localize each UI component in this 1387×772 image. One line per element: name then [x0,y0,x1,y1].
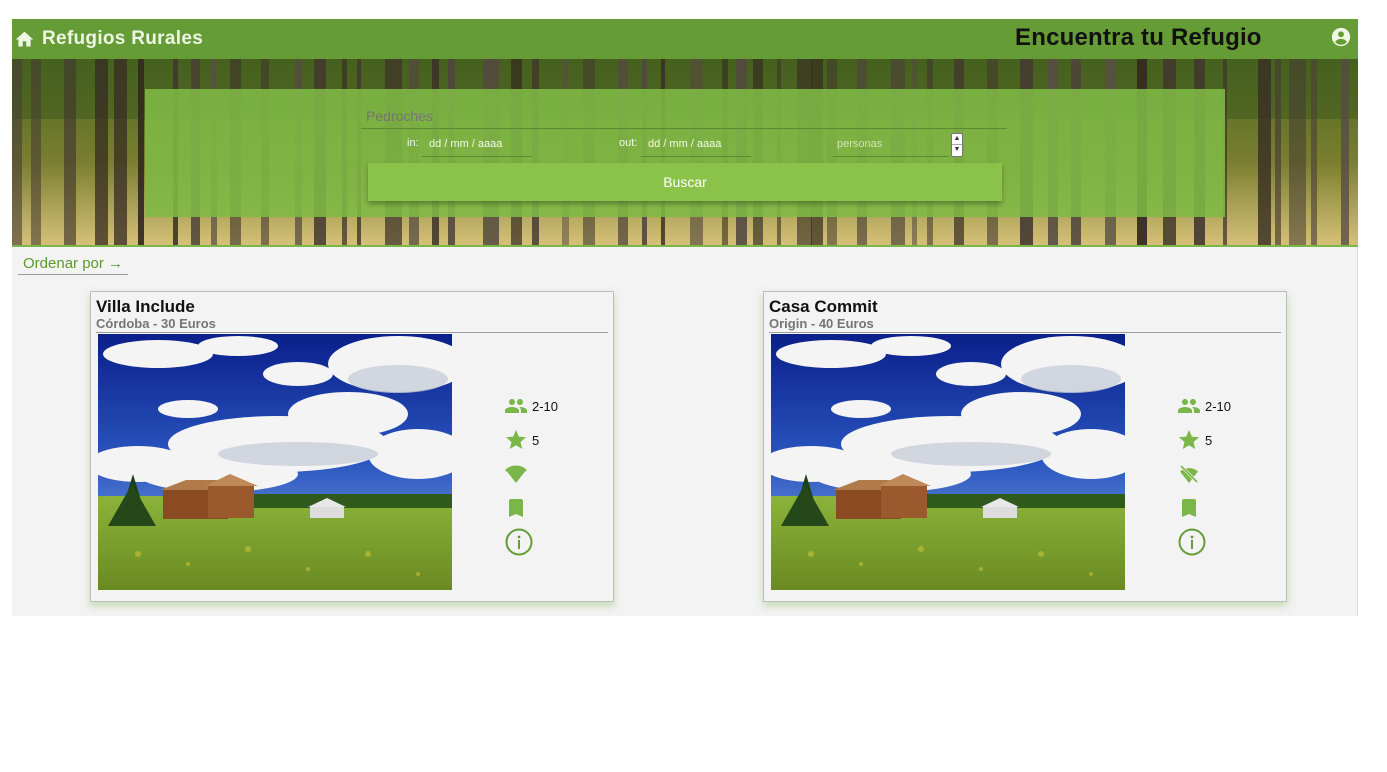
people-icon [1178,399,1200,413]
guests-input[interactable]: personas [833,133,949,157]
wifi-feature [1177,457,1267,491]
brand-name: Refugios Rurales [42,28,204,49]
checkout-date-input[interactable]: dd / mm / aaaa [641,133,751,157]
hero-banner: in: dd / mm / aaaa out: dd / mm / aaaa p… [12,59,1358,247]
capacity-value: 2-10 [1205,398,1232,414]
listing-card[interactable]: Casa Commit Origin - 40 Euros 2-10 5 [763,291,1287,602]
search-panel: in: dd / mm / aaaa out: dd / mm / aaaa p… [145,89,1225,217]
listing-photo[interactable] [98,334,452,590]
app-container: Refugios Rurales Encuentra tu Refugio Pe… [12,19,1358,616]
listing-subtitle: Origin - 40 Euros [769,316,1281,333]
capacity-feature: 2-10 [1177,389,1267,423]
barn-landscape-image [98,334,452,590]
account-circle-icon[interactable] [1330,26,1352,48]
bookmark-icon[interactable] [1177,496,1201,520]
page-headline: Encuentra tu Refugio [1015,24,1262,51]
listing-features: 2-10 5 [1177,389,1267,559]
info-icon[interactable] [504,527,534,557]
rating-feature: 5 [1177,423,1267,457]
listing-card[interactable]: Villa Include Córdoba - 30 Euros 2-10 5 [90,291,614,602]
listing-subtitle: Córdoba - 30 Euros [96,316,608,333]
checkout-label: out: [619,137,638,149]
capacity-value: 2-10 [532,398,559,414]
top-bar: Refugios Rurales Encuentra tu Refugio [12,19,1358,59]
listing-photo[interactable] [771,334,1125,590]
info-feature [504,525,594,559]
listing-title[interactable]: Casa Commit [769,297,878,317]
brand-link[interactable]: Refugios Rurales [14,25,203,53]
bookmark-feature [504,491,594,525]
info-icon[interactable] [1177,527,1207,557]
checkin-label: in: [407,137,419,149]
guests-stepper[interactable]: ▲ ▼ [951,133,963,157]
listing-features: 2-10 5 [504,389,594,559]
bookmark-feature [1177,491,1267,525]
wifi-feature [504,457,594,491]
location-input[interactable] [361,103,1007,129]
wifi-off-icon [1179,464,1199,484]
sort-by-link[interactable]: Ordenar por → [18,255,129,275]
search-button[interactable]: Buscar [368,163,1002,201]
home-icon [15,31,34,46]
rating-value: 5 [532,432,540,448]
barn-landscape-image [771,334,1125,590]
stepper-down-icon[interactable]: ▼ [952,145,962,156]
checkin-date-input[interactable]: dd / mm / aaaa [422,133,532,157]
listing-title[interactable]: Villa Include [96,297,195,317]
star-icon [506,430,526,449]
stepper-up-icon[interactable]: ▲ [952,134,962,145]
wifi-icon [505,465,527,483]
rating-value: 5 [1205,432,1213,448]
people-icon [505,399,527,413]
star-icon [1179,430,1199,449]
info-feature [1177,525,1267,559]
capacity-feature: 2-10 [504,389,594,423]
bookmark-icon[interactable] [504,496,528,520]
rating-feature: 5 [504,423,594,457]
